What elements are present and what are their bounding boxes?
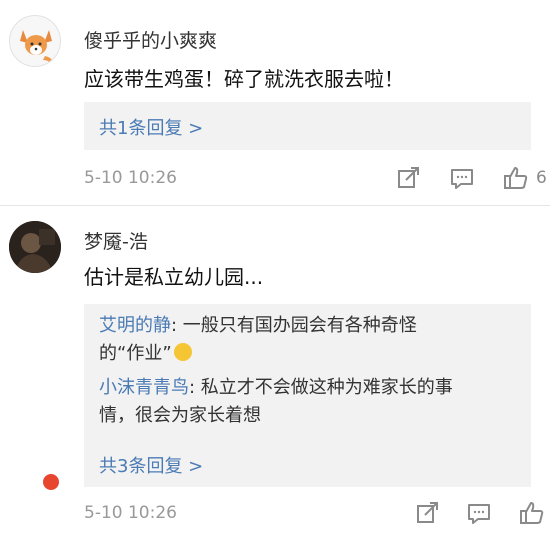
view-replies-link[interactable]: 共3条回复 > [99,452,203,478]
reply-box: 共1条回复 > [84,102,531,150]
fox-avatar-icon[interactable] [9,15,61,67]
view-replies-link[interactable]: 共1条回复 > [99,114,203,140]
comment-item: 傻乎乎的小爽爽 应该带生鸡蛋！碎了就洗衣服去啦！ 共1条回复 > 5-10 10… [0,0,550,206]
comment-item: 梦魇-浩 估计是私立幼儿园... 艾明的静: 一般只有国办园会有各种奇怪 的“作… [0,206,550,547]
reply-item: 小沫青青鸟: 私立才不会做这种为难家长的事 [99,376,453,400]
comment-text: 应该带生鸡蛋！碎了就洗衣服去啦！ [84,67,404,91]
share-icon[interactable] [415,500,441,526]
like-count: 6 [536,168,547,188]
reply-text: 情，很会为家长着想 [99,405,261,426]
reply-item: 艾明的静: 一般只有国办园会有各种奇怪 [99,314,417,338]
comment-username[interactable]: 傻乎乎的小爽爽 [84,26,217,53]
comment-timestamp: 5-10 10:26 [84,503,177,523]
dark-portrait-avatar-icon[interactable] [9,221,61,273]
reply-text: 私立才不会做这种为难家长的事 [195,377,453,398]
reply-text: 的“作业” [99,343,172,364]
comment-icon[interactable] [449,166,475,192]
reply-item: 情，很会为家长着想 [99,404,261,428]
reply-text: 一般只有国办园会有各种奇怪 [177,315,417,336]
verified-badge-icon [41,472,61,492]
reply-username[interactable]: 艾明的静 [99,315,171,336]
like-icon[interactable] [518,499,546,527]
comment-username[interactable]: 梦魇-浩 [84,227,148,254]
reply-item: 的“作业” [99,342,192,366]
reply-box: 艾明的静: 一般只有国办园会有各种奇怪 的“作业” 小沫青青鸟: 私立才不会做这… [84,304,531,487]
comment-icon[interactable] [466,501,492,527]
like-icon[interactable] [502,164,530,192]
comment-text: 估计是私立幼儿园... [84,265,264,289]
laughing-emoji-icon [173,343,192,361]
share-icon[interactable] [396,165,422,191]
comment-timestamp: 5-10 10:26 [84,168,177,188]
reply-username[interactable]: 小沫青青鸟 [99,377,189,398]
